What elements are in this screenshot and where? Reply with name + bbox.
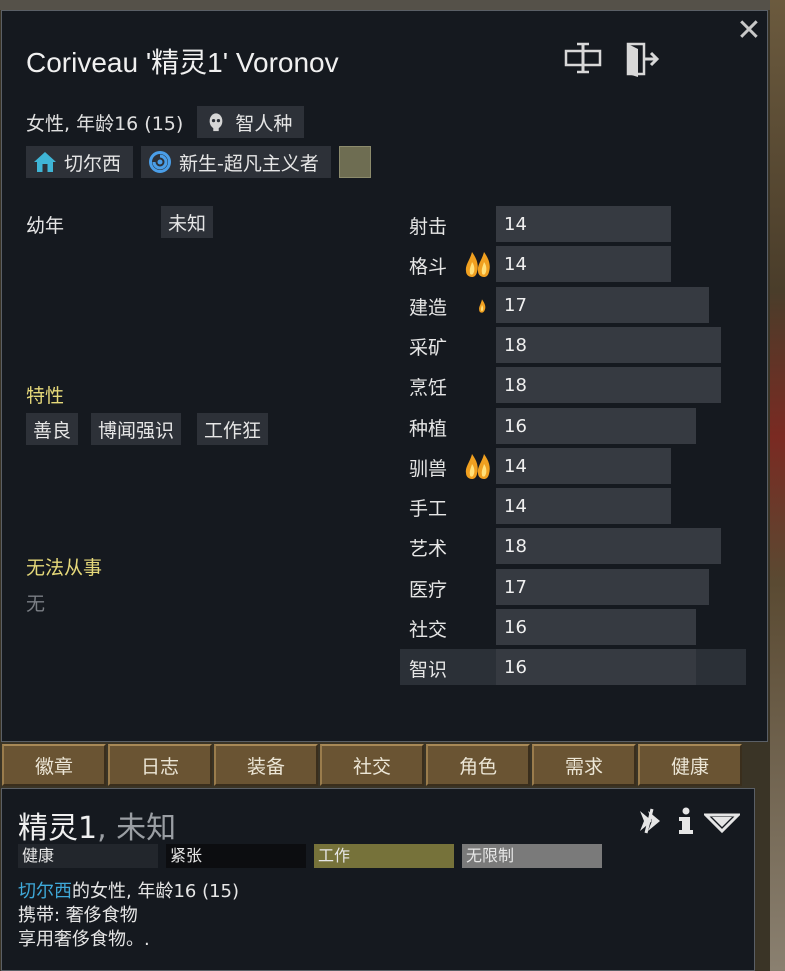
skill-row[interactable]: 烹饪 18 (400, 367, 746, 404)
schedule-sleep[interactable]: 紧张 (166, 844, 306, 868)
major-passion-flame-icon (462, 248, 494, 280)
game-world-top (0, 0, 785, 10)
close-icon[interactable]: ✕ (733, 15, 765, 47)
info-icon[interactable] (670, 805, 702, 837)
banish-door-icon[interactable] (622, 41, 660, 77)
skill-name: 种植 (409, 417, 448, 440)
skill-row[interactable]: 采矿 18 (400, 326, 746, 363)
minor-passion-flame-icon (471, 293, 493, 315)
incapable-value: 无 (26, 593, 46, 615)
skill-name: 手工 (409, 498, 448, 521)
pawn-nickname: 精灵1 (18, 811, 98, 846)
skill-row[interactable]: 建造 17 (400, 286, 746, 323)
tab-log[interactable]: 日志 (108, 744, 212, 786)
tab-needs[interactable]: 需求 (532, 744, 636, 786)
skill-level-value: 14 (504, 214, 527, 235)
skill-row[interactable]: 格斗 14 (400, 246, 746, 283)
xenotype-chip[interactable]: 智人种 (197, 106, 305, 138)
skill-name: 智识 (409, 659, 448, 682)
skill-row[interactable]: 智识 16 (400, 649, 746, 686)
skill-level-bar (496, 286, 709, 323)
childhood-label: 幼年 (26, 215, 65, 237)
skill-level-value: 17 (504, 576, 527, 598)
skill-name: 艺术 (409, 538, 448, 561)
schedule-anything[interactable]: 健康 (18, 844, 158, 868)
skill-row[interactable]: 射击 14 (400, 206, 746, 242)
skill-level-value: 16 (504, 617, 527, 638)
skill-level-value: 18 (504, 536, 527, 558)
skill-name: 采矿 (409, 336, 448, 359)
schedule-work[interactable]: 工作 (314, 844, 454, 868)
game-world-edge (770, 0, 785, 971)
inspect-tabs: 徽章 日志 装备 社交 角色 需求 健康 (2, 744, 742, 786)
inspect-title: 精灵1, 未知 (18, 803, 176, 847)
skill-name: 射击 (409, 216, 448, 238)
tab-badges[interactable]: 徽章 (2, 744, 106, 786)
ideology-swirl-icon (149, 151, 172, 173)
trait-too-smart[interactable]: 博闻强识 (91, 413, 182, 445)
favorite-color-swatch[interactable] (338, 146, 371, 178)
skill-level-value: 14 (504, 455, 527, 477)
inspect-panel: 精灵1, 未知 健康 紧张 工作 无限制 切尔西的女性, 年龄16 (15) 携… (1, 788, 755, 971)
gender-age-text: 女性, 年龄16 (15) (26, 112, 184, 135)
pawn-full-name: Coriveau '精灵1' Voronov (26, 47, 339, 78)
skill-level-bar (496, 568, 709, 605)
ideology-label: 新生-超凡主义者 (179, 152, 319, 175)
skill-row[interactable]: 种植 16 (400, 407, 746, 444)
ideology-chip[interactable]: 新生-超凡主义者 (141, 146, 331, 178)
tab-character[interactable]: 角色 (426, 744, 530, 786)
activity-text: 享用奢侈食物。. (18, 929, 150, 950)
faction-chip[interactable]: 切尔西 (26, 146, 134, 178)
tab-health[interactable]: 健康 (638, 744, 742, 786)
faction-label: 切尔西 (64, 152, 122, 175)
skill-level-value: 16 (504, 415, 527, 437)
traits-label: 特性 (26, 385, 65, 407)
skill-name: 建造 (409, 296, 448, 319)
skill-level-bar (496, 326, 721, 363)
draft-rename-icon[interactable] (634, 805, 666, 837)
description-rest: 的女性, 年龄16 (15) (72, 881, 240, 902)
skill-row[interactable]: 艺术 18 (400, 528, 746, 565)
carrying-text: 携带: 奢侈食物 (18, 905, 138, 926)
xenotype-label: 智人种 (235, 112, 293, 135)
skill-level-value: 16 (504, 657, 527, 679)
skill-level-bar (496, 528, 721, 565)
childhood-backstory[interactable]: 未知 (161, 206, 214, 238)
pawn-description: 切尔西的女性, 年龄16 (15) (18, 877, 239, 903)
schedule-unrestricted[interactable]: 无限制 (462, 844, 602, 868)
skill-row[interactable]: 手工 14 (400, 488, 746, 525)
incapable-label: 无法从事 (26, 557, 103, 579)
skill-level-value: 17 (504, 294, 527, 316)
major-passion-flame-icon (462, 450, 494, 482)
trait-kind[interactable]: 善良 (26, 413, 79, 445)
pawn-title-suffix: , 未知 (97, 811, 177, 846)
character-panel: ✕ Coriveau '精灵1' Voronov 女性, 年龄16 (15) 智… (1, 10, 768, 742)
skill-name: 格斗 (409, 256, 448, 279)
tab-gear[interactable]: 装备 (214, 744, 318, 786)
faction-house-icon (34, 151, 56, 173)
skill-row[interactable]: 社交 16 (400, 609, 746, 645)
trait-industrious[interactable]: 工作狂 (197, 413, 269, 445)
rename-icon[interactable] (564, 41, 602, 77)
skill-name: 烹饪 (409, 377, 448, 400)
skill-level-value: 14 (504, 254, 527, 276)
skill-level-value: 14 (504, 496, 527, 518)
skill-level-bar (496, 367, 721, 404)
collapse-chevron-icon[interactable] (702, 805, 742, 837)
skill-name: 医疗 (409, 578, 448, 601)
skill-row[interactable]: 医疗 17 (400, 568, 746, 605)
skill-level-value: 18 (504, 375, 527, 397)
skill-name: 驯兽 (409, 457, 448, 480)
faction-link[interactable]: 切尔西 (18, 881, 72, 902)
xenotype-head-icon (205, 111, 227, 133)
skill-row[interactable]: 驯兽 14 (400, 447, 746, 484)
skill-level-value: 18 (504, 334, 527, 356)
tab-social[interactable]: 社交 (320, 744, 424, 786)
skill-name: 社交 (409, 619, 448, 641)
